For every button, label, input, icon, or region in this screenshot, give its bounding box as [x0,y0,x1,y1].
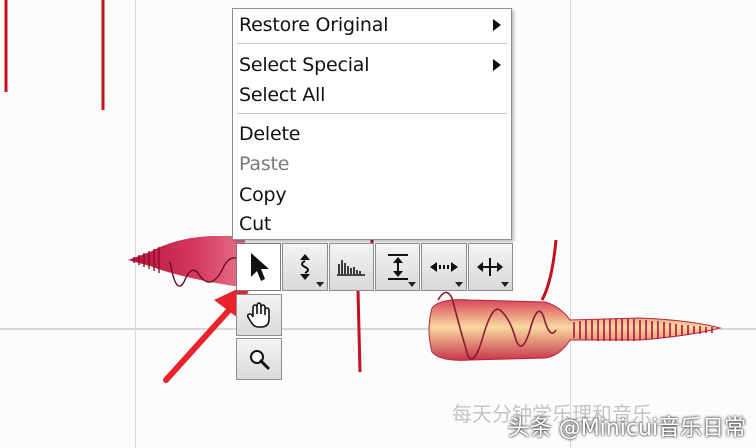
pitch-tool-icon [299,254,310,280]
menu-item-cut[interactable]: Cut [233,210,511,238]
context-menu: Restore Original Select Special Select A… [232,8,512,240]
tool-move-button[interactable] [467,243,513,291]
tool-pointer-button[interactable] [236,243,282,291]
menu-item-paste: Paste [233,150,511,178]
menu-separator [237,113,507,115]
tool-amplitude-button[interactable] [374,243,421,291]
tool-options-indicator [454,282,463,287]
move-tool-icon [477,258,504,276]
menu-item-delete[interactable]: Delete [233,120,511,148]
magnifier-icon [250,350,270,370]
tool-options-indicator [315,282,324,287]
menu-item-label: Select All [239,84,326,106]
note-blob[interactable] [128,236,245,288]
tool-time-button[interactable] [421,243,467,291]
menu-item-label: Cut [239,213,272,235]
menu-item-label: Restore Original [239,14,389,36]
amplitude-tool-icon [387,254,408,280]
time-tool-icon [429,262,458,272]
menu-item-label: Copy [239,184,287,206]
tool-zoom-button[interactable] [236,338,282,380]
menu-item-label: Select Special [239,54,370,76]
tool-formant-button[interactable] [328,243,374,291]
tool-options-indicator [408,282,417,287]
watermark: 头条 @Minicui音乐日常 [507,416,746,441]
submenu-arrow-icon [493,59,501,71]
hand-icon [246,302,270,328]
tool-options-indicator [500,282,509,287]
menu-separator [237,43,507,45]
menu-item-restore-original[interactable]: Restore Original [233,11,511,39]
menu-item-label: Delete [239,123,301,145]
menu-item-copy[interactable]: Copy [233,181,511,209]
submenu-arrow-icon [493,19,501,31]
pitch-line [356,289,362,373]
menu-item-label: Paste [239,153,290,175]
formant-tool-icon [337,260,366,276]
tool-pitch-button[interactable] [282,243,328,291]
tool-scroll-hand-button[interactable] [236,294,282,336]
menu-item-select-special[interactable]: Select Special [233,51,511,79]
arrow-pointer-icon [250,253,269,281]
tool-palette [236,243,514,291]
menu-item-select-all[interactable]: Select All [233,81,511,109]
